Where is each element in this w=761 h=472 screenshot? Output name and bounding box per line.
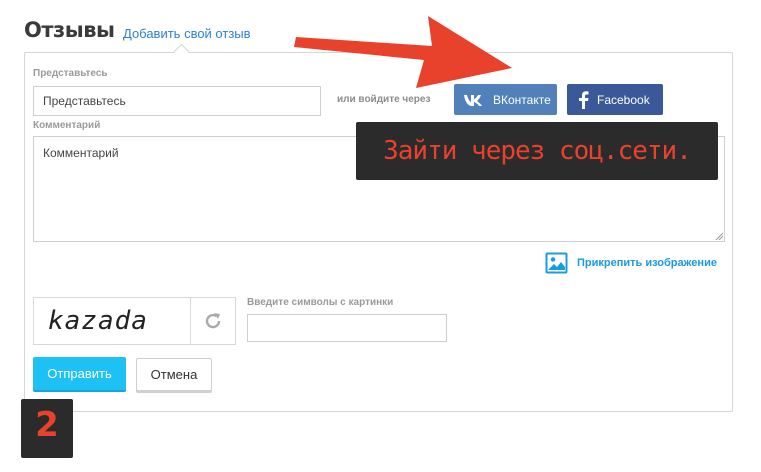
add-review-link[interactable]: Добавить свой отзыв — [123, 26, 251, 41]
vk-icon — [464, 94, 482, 106]
captcha-box: kazada — [33, 297, 236, 345]
page-title: Отзывы — [24, 18, 115, 42]
attach-image-label: Прикрепить изображение — [577, 257, 717, 269]
captcha-label: Введите символы с картинки — [247, 297, 394, 308]
name-label: Представьтесь — [33, 68, 108, 79]
comment-label: Комментарий — [33, 120, 101, 131]
captcha-image: kazada — [48, 306, 148, 336]
social-login-tooltip: Зайти через соц.сети. — [356, 122, 718, 180]
resize-handle-icon[interactable] — [715, 232, 723, 240]
or-login-text: или войдите через — [337, 94, 431, 105]
attach-image-link[interactable]: Прикрепить изображение — [545, 252, 717, 274]
facebook-label: Facebook — [597, 92, 650, 107]
refresh-icon — [206, 313, 221, 329]
facebook-icon — [579, 90, 589, 109]
submit-button[interactable]: Отправить — [33, 357, 126, 390]
name-input[interactable]: Представьтесь — [33, 86, 321, 116]
image-icon — [545, 252, 568, 274]
captcha-refresh-button[interactable] — [190, 298, 235, 344]
cancel-button[interactable]: Отмена — [136, 358, 212, 391]
step-number: 2 — [35, 405, 59, 445]
vk-label: ВКонтакте — [493, 92, 551, 107]
captcha-input[interactable] — [247, 314, 447, 342]
step-number-badge: 2 — [21, 399, 73, 458]
facebook-login-button[interactable]: Facebook — [567, 84, 663, 115]
vk-login-button[interactable]: ВКонтакте — [454, 84, 557, 115]
comment-placeholder: Комментарий — [43, 146, 119, 160]
